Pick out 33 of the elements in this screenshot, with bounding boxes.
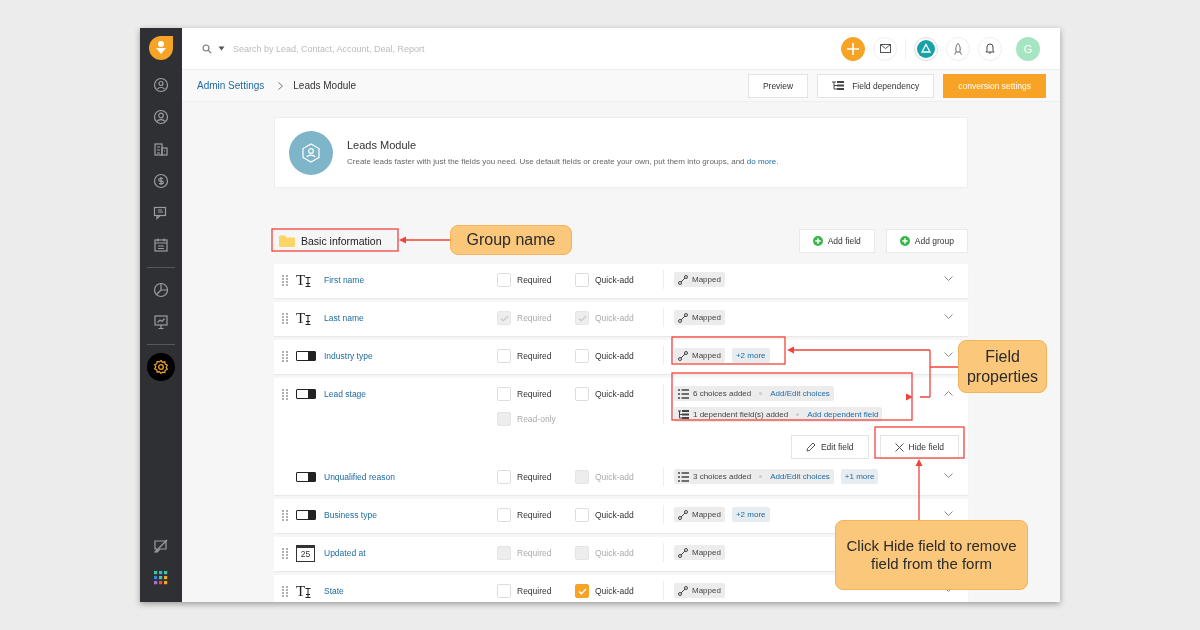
module-title: Leads Module bbox=[347, 139, 418, 151]
property-tag: Mapped bbox=[674, 348, 725, 363]
checkbox-label: Quick-add bbox=[595, 275, 634, 285]
group-name: Basic information bbox=[301, 235, 382, 247]
checkbox-label: Quick-add bbox=[595, 313, 634, 323]
module-description: Create leads faster with just the fields you need. Use default fields or create your own, put them into groups, and do more. bbox=[347, 157, 779, 166]
annotation-tooltip: Group name bbox=[450, 225, 572, 255]
checkbox-label: Required bbox=[517, 510, 552, 520]
checkbox-label: Required bbox=[517, 351, 552, 361]
checkbox-label: Quick-add bbox=[595, 472, 634, 482]
property-tag: Mapped bbox=[674, 507, 725, 522]
checkbox-label: Required bbox=[517, 472, 552, 482]
annotation-tooltip: Field properties bbox=[958, 340, 1047, 393]
calendar-field-icon: 25 bbox=[296, 544, 315, 562]
checkbox-label: Quick-add bbox=[595, 389, 634, 399]
property-tag: Mapped bbox=[674, 272, 725, 287]
property-tag: Mapped bbox=[674, 310, 725, 325]
annotation-tooltip: Click Hide field to remove field from the form bbox=[835, 520, 1028, 590]
checkbox-label: Read-only bbox=[517, 414, 556, 424]
property-tag: Mapped bbox=[674, 545, 725, 560]
checkbox-label: Required bbox=[517, 548, 552, 558]
checkbox-label: Required bbox=[517, 389, 552, 399]
property-tag: 3 choices added Add/Edit choices bbox=[674, 469, 834, 484]
checkbox-label: Quick-add bbox=[595, 586, 634, 596]
property-tag: Mapped bbox=[674, 583, 725, 598]
checkbox-label: Required bbox=[517, 275, 552, 285]
checkbox-label: Required bbox=[517, 313, 552, 323]
checkbox-label: Required bbox=[517, 586, 552, 596]
checkbox-label: Quick-add bbox=[595, 548, 634, 558]
checkbox-label: Quick-add bbox=[595, 351, 634, 361]
checkbox-label: Quick-add bbox=[595, 510, 634, 520]
property-tag: 6 choices added Add/Edit choices bbox=[674, 386, 834, 401]
breadcrumb-current: Leads Module bbox=[293, 80, 357, 91]
